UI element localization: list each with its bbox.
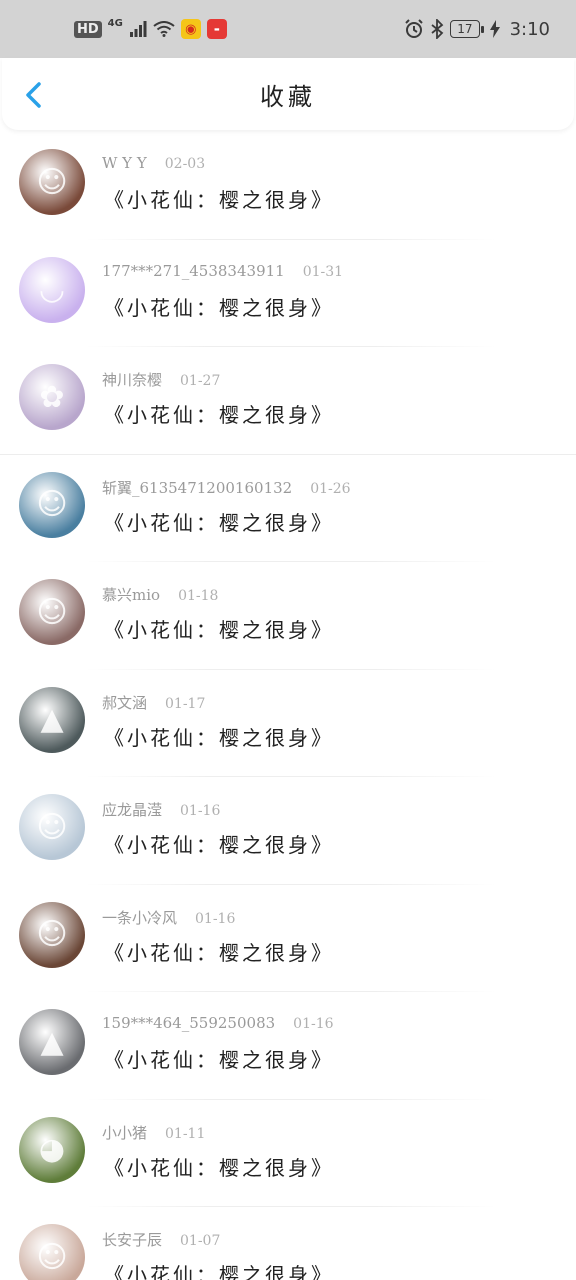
huawei-icon: ▬ bbox=[206, 19, 227, 39]
header: 收藏 bbox=[2, 58, 574, 130]
chat-bubble-icon: ◡ bbox=[38, 272, 66, 307]
item-meta: 159***464_559250083 01-16 bbox=[102, 1014, 334, 1032]
user-name[interactable]: 177***271_4538343911 bbox=[102, 262, 285, 280]
chevron-left-icon bbox=[26, 82, 41, 108]
item-meta: 神川奈樱 01-27 bbox=[102, 369, 220, 390]
signal-icon bbox=[129, 21, 147, 37]
avatar[interactable]: ☺ bbox=[19, 149, 85, 215]
user-name[interactable]: 小小猪 bbox=[102, 1122, 147, 1143]
list-item[interactable]: ◕ 小小猪 01-11 《小花仙：樱之很身》 bbox=[0, 1100, 576, 1207]
status-bar-left: HD 4G ◉ ▬ bbox=[74, 17, 227, 39]
item-date: 01-16 bbox=[195, 910, 236, 927]
item-title[interactable]: 《小花仙：樱之很身》 bbox=[104, 1152, 334, 1181]
hd-badge: HD bbox=[74, 20, 102, 38]
list-item[interactable]: ▲ 159***464_559250083 01-16 《小花仙：樱之很身》 bbox=[0, 992, 576, 1100]
user-avatar-icon: ☺ bbox=[36, 594, 68, 630]
avatar[interactable]: ▲ bbox=[19, 1009, 85, 1075]
landscape-icon: ▲ bbox=[40, 1024, 64, 1060]
user-name[interactable]: 长安子辰 bbox=[102, 1229, 162, 1250]
landscape-icon: ▲ bbox=[40, 702, 64, 737]
item-date: 01-17 bbox=[165, 695, 206, 712]
user-avatar-icon: ☺ bbox=[36, 164, 68, 200]
item-date: 01-07 bbox=[180, 1233, 221, 1249]
item-title[interactable]: 《小花仙：樱之很身》 bbox=[104, 829, 334, 858]
user-avatar-icon: ☺ bbox=[36, 1239, 68, 1275]
item-meta: 177***271_4538343911 01-31 bbox=[102, 262, 343, 280]
avatar[interactable]: ✿ bbox=[19, 364, 85, 430]
user-avatar-icon: ☺ bbox=[36, 809, 68, 845]
wifi-icon bbox=[153, 21, 175, 37]
item-title[interactable]: 《小花仙：樱之很身》 bbox=[104, 614, 334, 643]
user-name[interactable]: W Y Y bbox=[102, 154, 147, 172]
item-date: 01-31 bbox=[302, 263, 344, 280]
user-name[interactable]: 一条小冷风 bbox=[102, 907, 177, 928]
item-date: 01-26 bbox=[310, 480, 351, 497]
back-button[interactable] bbox=[20, 80, 50, 110]
weibo-icon: ◉ bbox=[180, 19, 201, 39]
list-item[interactable]: ✿ 神川奈樱 01-27 《小花仙：樱之很身》 bbox=[0, 347, 576, 455]
list-item[interactable]: ☺ 一条小冷风 01-16 《小花仙：樱之很身》 bbox=[0, 885, 576, 992]
item-title[interactable]: 《小花仙：樱之很身》 bbox=[104, 184, 334, 213]
user-avatar-icon: ☺ bbox=[36, 917, 68, 952]
item-date: 01-11 bbox=[165, 1125, 206, 1142]
item-title[interactable]: 《小花仙：樱之很身》 bbox=[104, 507, 334, 536]
item-date: 01-16 bbox=[180, 803, 221, 819]
user-name[interactable]: 神川奈樱 bbox=[102, 369, 162, 390]
charging-icon bbox=[489, 20, 500, 38]
item-meta: 应龙晶滢 01-16 bbox=[102, 799, 220, 820]
status-bar-right: 17 3:10 bbox=[404, 19, 550, 40]
favorites-list: ☺ W Y Y 02-03 《小花仙：樱之很身》 ◡ 177***271_453… bbox=[0, 132, 576, 1280]
item-title[interactable]: 《小花仙：樱之很身》 bbox=[104, 292, 334, 321]
avatar[interactable]: ☺ bbox=[19, 1224, 85, 1280]
item-date: 01-16 bbox=[293, 1016, 334, 1032]
user-avatar-icon: ✿ bbox=[39, 379, 65, 415]
status-time: 3:10 bbox=[509, 18, 550, 40]
avatar[interactable]: ▲ bbox=[19, 686, 85, 753]
network-type: 4G bbox=[107, 17, 123, 29]
item-meta: W Y Y 02-03 bbox=[102, 154, 205, 172]
user-name[interactable]: 慕兴mio bbox=[102, 584, 160, 605]
bluetooth-icon bbox=[431, 19, 444, 39]
item-title[interactable]: 《小花仙：樱之很身》 bbox=[104, 1259, 334, 1280]
list-item[interactable]: ◡ 177***271_4538343911 01-31 《小花仙：樱之很身》 bbox=[0, 240, 576, 347]
avatar[interactable]: ◕ bbox=[19, 1116, 85, 1183]
item-meta: 斩翼_6135471200160132 01-26 bbox=[102, 477, 351, 498]
item-meta: 郝文涵 01-17 bbox=[102, 692, 205, 713]
avatar[interactable]: ☺ bbox=[19, 901, 85, 968]
item-title[interactable]: 《小花仙：樱之很身》 bbox=[104, 1044, 334, 1073]
item-meta: 慕兴mio 01-18 bbox=[102, 584, 218, 605]
user-name[interactable]: 郝文涵 bbox=[102, 692, 147, 713]
user-name[interactable]: 应龙晶滢 bbox=[102, 799, 162, 820]
list-item[interactable]: ▲ 郝文涵 01-17 《小花仙：樱之很身》 bbox=[0, 670, 576, 777]
list-item[interactable]: ☺ 应龙晶滢 01-16 《小花仙：樱之很身》 bbox=[0, 777, 576, 885]
list-item[interactable]: ☺ W Y Y 02-03 《小花仙：樱之很身》 bbox=[0, 132, 576, 240]
item-date: 01-18 bbox=[178, 588, 219, 604]
alarm-icon bbox=[405, 19, 424, 38]
list-item[interactable]: ☺ 长安子辰 01-07 《小花仙：樱之很身》 bbox=[0, 1207, 576, 1280]
avatar[interactable]: ◡ bbox=[19, 256, 85, 323]
list-item[interactable]: ☺ 斩翼_6135471200160132 01-26 《小花仙：樱之很身》 bbox=[0, 455, 576, 562]
user-name[interactable]: 斩翼_6135471200160132 bbox=[102, 477, 292, 498]
user-name[interactable]: 159***464_559250083 bbox=[102, 1014, 275, 1032]
page-title: 收藏 bbox=[260, 82, 316, 111]
battery-icon: 17 bbox=[450, 20, 484, 38]
item-title[interactable]: 《小花仙：樱之很身》 bbox=[104, 937, 334, 966]
item-title[interactable]: 《小花仙：樱之很身》 bbox=[104, 399, 334, 428]
avatar[interactable]: ☺ bbox=[19, 579, 85, 645]
avatar[interactable]: ☺ bbox=[19, 794, 85, 860]
item-meta: 小小猪 01-11 bbox=[102, 1122, 205, 1143]
item-meta: 长安子辰 01-07 bbox=[102, 1229, 220, 1250]
item-title[interactable]: 《小花仙：樱之很身》 bbox=[104, 722, 334, 751]
avatar[interactable]: ☺ bbox=[19, 471, 85, 538]
status-bar: HD 4G ◉ ▬ 17 3:10 bbox=[0, 0, 576, 58]
item-date: 01-27 bbox=[180, 373, 221, 389]
list-item[interactable]: ☺ 慕兴mio 01-18 《小花仙：樱之很身》 bbox=[0, 562, 576, 670]
dog-icon: ◕ bbox=[38, 1132, 66, 1167]
item-date: 02-03 bbox=[164, 156, 206, 172]
user-avatar-icon: ☺ bbox=[36, 487, 68, 522]
item-meta: 一条小冷风 01-16 bbox=[102, 907, 235, 928]
